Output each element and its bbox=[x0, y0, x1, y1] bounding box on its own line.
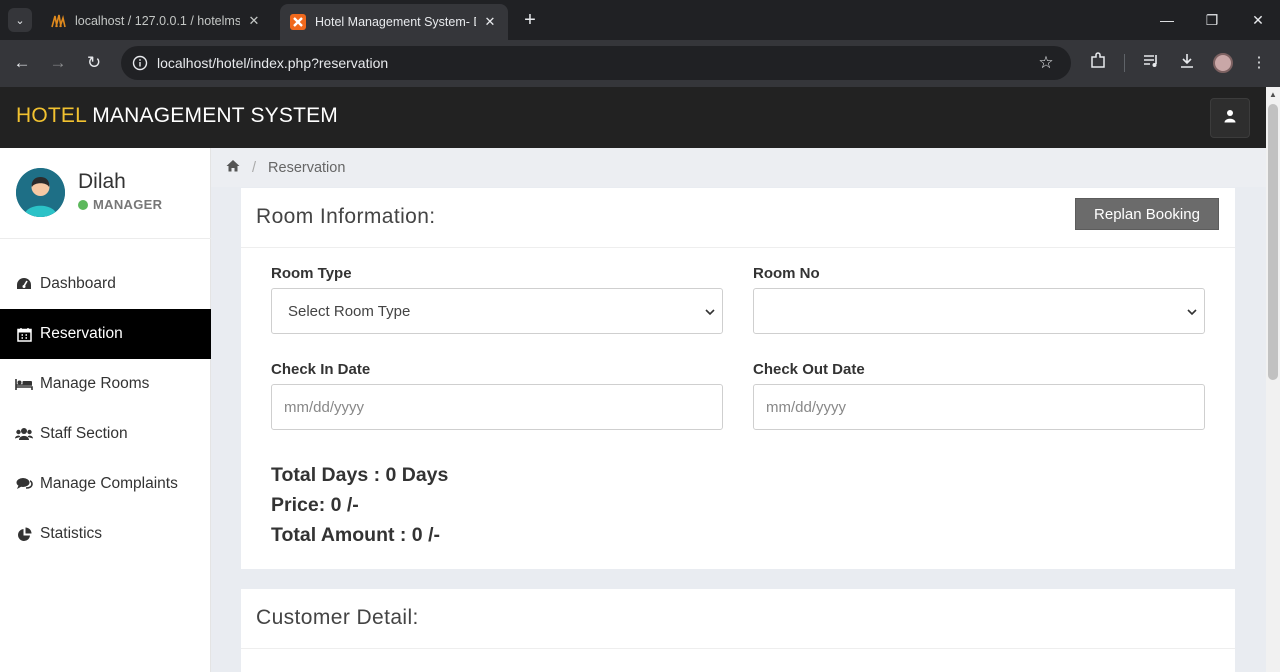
main-content: / Reservation Room Information: Replan B… bbox=[211, 148, 1266, 672]
breadcrumb-separator: / bbox=[252, 159, 257, 176]
tab-close-icon[interactable]: ✕ bbox=[246, 13, 262, 29]
total-days: Total Days : 0 Days bbox=[271, 464, 449, 486]
home-icon[interactable] bbox=[226, 159, 240, 176]
comments-icon bbox=[15, 477, 33, 491]
user-name: Dilah bbox=[78, 170, 126, 193]
minimize-icon[interactable]: — bbox=[1157, 10, 1177, 30]
users-icon bbox=[15, 427, 33, 441]
tab-close-icon[interactable]: ✕ bbox=[482, 14, 498, 30]
user-menu-button[interactable] bbox=[1210, 98, 1250, 138]
sidebar-item-reservation[interactable]: Reservation bbox=[0, 309, 211, 359]
browser-tab-phpmyadmin[interactable]: localhost / 127.0.0.1 / hotelms / ✕ bbox=[40, 6, 272, 36]
chevron-down-icon bbox=[1186, 305, 1198, 317]
room-no-label: Room No bbox=[753, 265, 820, 282]
sidebar-item-manage-rooms[interactable]: Manage Rooms bbox=[0, 359, 211, 409]
chevron-down-icon bbox=[704, 305, 716, 317]
sidebar-item-manage-complaints[interactable]: Manage Complaints bbox=[0, 459, 211, 509]
room-type-select[interactable]: Select Room Type bbox=[271, 288, 723, 334]
sidebar-item-label: Staff Section bbox=[40, 425, 128, 442]
forward-arrow-icon[interactable]: → bbox=[47, 52, 69, 74]
price: Price: 0 /- bbox=[271, 494, 359, 516]
site-info-icon[interactable] bbox=[129, 52, 151, 74]
breadcrumb-current: Reservation bbox=[268, 159, 346, 176]
site-brand[interactable]: HOTEL MANAGEMENT SYSTEM bbox=[16, 104, 338, 128]
xampp-favicon-icon bbox=[290, 14, 306, 30]
customer-detail-title: Customer Detail: bbox=[256, 606, 419, 629]
replan-booking-button[interactable]: Replan Booking bbox=[1075, 198, 1219, 230]
user-role-label: MANAGER bbox=[93, 197, 163, 212]
user-icon bbox=[1224, 109, 1236, 128]
brand-highlight: HOTEL bbox=[16, 104, 87, 127]
download-icon[interactable] bbox=[1176, 52, 1198, 74]
restore-icon[interactable]: ❐ bbox=[1202, 10, 1222, 30]
dashboard-icon bbox=[15, 277, 33, 291]
customer-detail-panel: Customer Detail: bbox=[241, 589, 1235, 672]
panel-header: Customer Detail: bbox=[241, 589, 1235, 649]
tab-title: Hotel Management System- Da bbox=[315, 15, 476, 29]
browser-menu-icon[interactable]: ⋮ bbox=[1248, 52, 1270, 74]
browser-toolbar: ← → ↻ localhost/hotel/index.php?reservat… bbox=[0, 40, 1280, 87]
panel-header: Room Information: Replan Booking bbox=[241, 188, 1235, 248]
tab-title: localhost / 127.0.0.1 / hotelms / bbox=[75, 14, 240, 28]
breadcrumb: / Reservation bbox=[211, 148, 1266, 187]
browser-profile-avatar[interactable] bbox=[1213, 53, 1233, 73]
media-queue-icon[interactable] bbox=[1140, 52, 1162, 74]
sidebar-item-label: Dashboard bbox=[40, 275, 116, 292]
reload-icon[interactable]: ↻ bbox=[83, 52, 105, 74]
extensions-icon[interactable] bbox=[1087, 52, 1109, 74]
back-arrow-icon[interactable]: ← bbox=[11, 52, 33, 74]
address-bar[interactable]: localhost/hotel/index.php?reservation ☆ bbox=[121, 46, 1071, 80]
close-window-icon[interactable]: ✕ bbox=[1248, 10, 1268, 30]
toolbar-divider bbox=[1124, 54, 1125, 72]
check-out-label: Check Out Date bbox=[753, 361, 865, 378]
url-text: localhost/hotel/index.php?reservation bbox=[157, 55, 389, 71]
check-in-label: Check In Date bbox=[271, 361, 371, 378]
brand-rest: MANAGEMENT SYSTEM bbox=[92, 104, 338, 127]
room-type-selected: Select Room Type bbox=[288, 302, 411, 320]
sidebar: Dilah MANAGER Dashboard Reservation Mana… bbox=[0, 148, 211, 672]
room-information-title: Room Information: bbox=[256, 205, 436, 228]
avatar bbox=[16, 168, 65, 217]
sidebar-item-statistics[interactable]: Statistics bbox=[0, 509, 211, 559]
browser-tab-bar: ⌄ localhost / 127.0.0.1 / hotelms / ✕ Ho… bbox=[0, 0, 1280, 40]
online-status-dot bbox=[78, 199, 88, 210]
sidebar-item-staff-section[interactable]: Staff Section bbox=[0, 409, 211, 459]
room-type-label: Room Type bbox=[271, 265, 352, 282]
browser-tab-hotel-management[interactable]: Hotel Management System- Da ✕ bbox=[280, 4, 508, 40]
sidebar-item-dashboard[interactable]: Dashboard bbox=[0, 259, 211, 309]
sidebar-menu: Dashboard Reservation Manage Rooms Staff… bbox=[0, 259, 211, 559]
sidebar-item-label: Statistics bbox=[40, 525, 103, 542]
room-no-select[interactable] bbox=[753, 288, 1205, 334]
sidebar-item-label: Manage Rooms bbox=[40, 375, 150, 392]
room-information-panel: Room Information: Replan Booking Room Ty… bbox=[241, 188, 1235, 569]
bookmark-star-icon[interactable]: ☆ bbox=[1035, 52, 1057, 74]
scroll-up-arrow-icon[interactable]: ▲ bbox=[1266, 88, 1280, 102]
sidebar-item-label: Manage Complaints bbox=[40, 475, 178, 492]
calendar-icon bbox=[15, 327, 33, 342]
tab-search-chevron-icon[interactable]: ⌄ bbox=[8, 8, 32, 32]
user-profile-panel: Dilah MANAGER bbox=[0, 148, 211, 239]
check-out-date-input[interactable]: mm/dd/yyyy bbox=[753, 384, 1205, 430]
bed-icon bbox=[15, 378, 33, 391]
pie-chart-icon bbox=[15, 527, 33, 542]
sidebar-item-label: Reservation bbox=[40, 325, 123, 342]
user-role: MANAGER bbox=[78, 197, 162, 212]
site-header: HOTEL MANAGEMENT SYSTEM bbox=[0, 87, 1266, 148]
page-scrollbar-thumb[interactable] bbox=[1268, 104, 1278, 380]
check-in-date-input[interactable]: mm/dd/yyyy bbox=[271, 384, 723, 430]
phpmyadmin-favicon-icon bbox=[50, 13, 66, 29]
new-tab-plus-icon[interactable]: + bbox=[519, 10, 541, 32]
total-amount: Total Amount : 0 /- bbox=[271, 524, 440, 546]
